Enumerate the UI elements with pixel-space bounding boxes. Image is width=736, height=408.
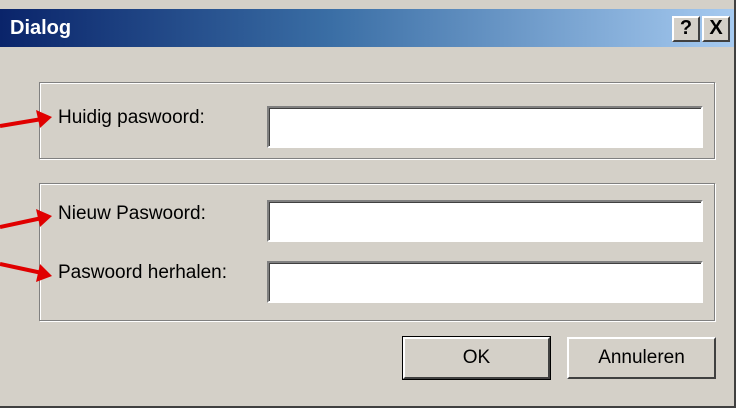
new-password-input[interactable] [269, 202, 701, 240]
annotation-arrow-repeat [0, 262, 52, 282]
new-password-field[interactable] [267, 200, 703, 242]
ok-button[interactable]: OK [402, 336, 551, 380]
close-button[interactable]: X [702, 16, 730, 42]
password-dialog: Dialog ? X Huidig paswoord: Nieuw Paswoo… [0, 0, 736, 408]
current-password-field[interactable] [267, 106, 703, 148]
repeat-password-field[interactable] [267, 261, 703, 303]
repeat-password-label: Paswoord herhalen: [58, 262, 227, 283]
cancel-button[interactable]: Annuleren [567, 337, 716, 379]
dialog-title: Dialog [10, 17, 72, 39]
current-password-label: Huidig paswoord: [58, 107, 205, 128]
annotation-arrow-current [0, 110, 52, 128]
help-button[interactable]: ? [672, 16, 700, 42]
annotation-arrow-new [0, 209, 52, 229]
repeat-password-input[interactable] [269, 263, 701, 301]
current-password-input[interactable] [269, 108, 701, 146]
title-bar[interactable]: Dialog ? X [0, 9, 734, 47]
new-password-label: Nieuw Paswoord: [58, 203, 206, 224]
